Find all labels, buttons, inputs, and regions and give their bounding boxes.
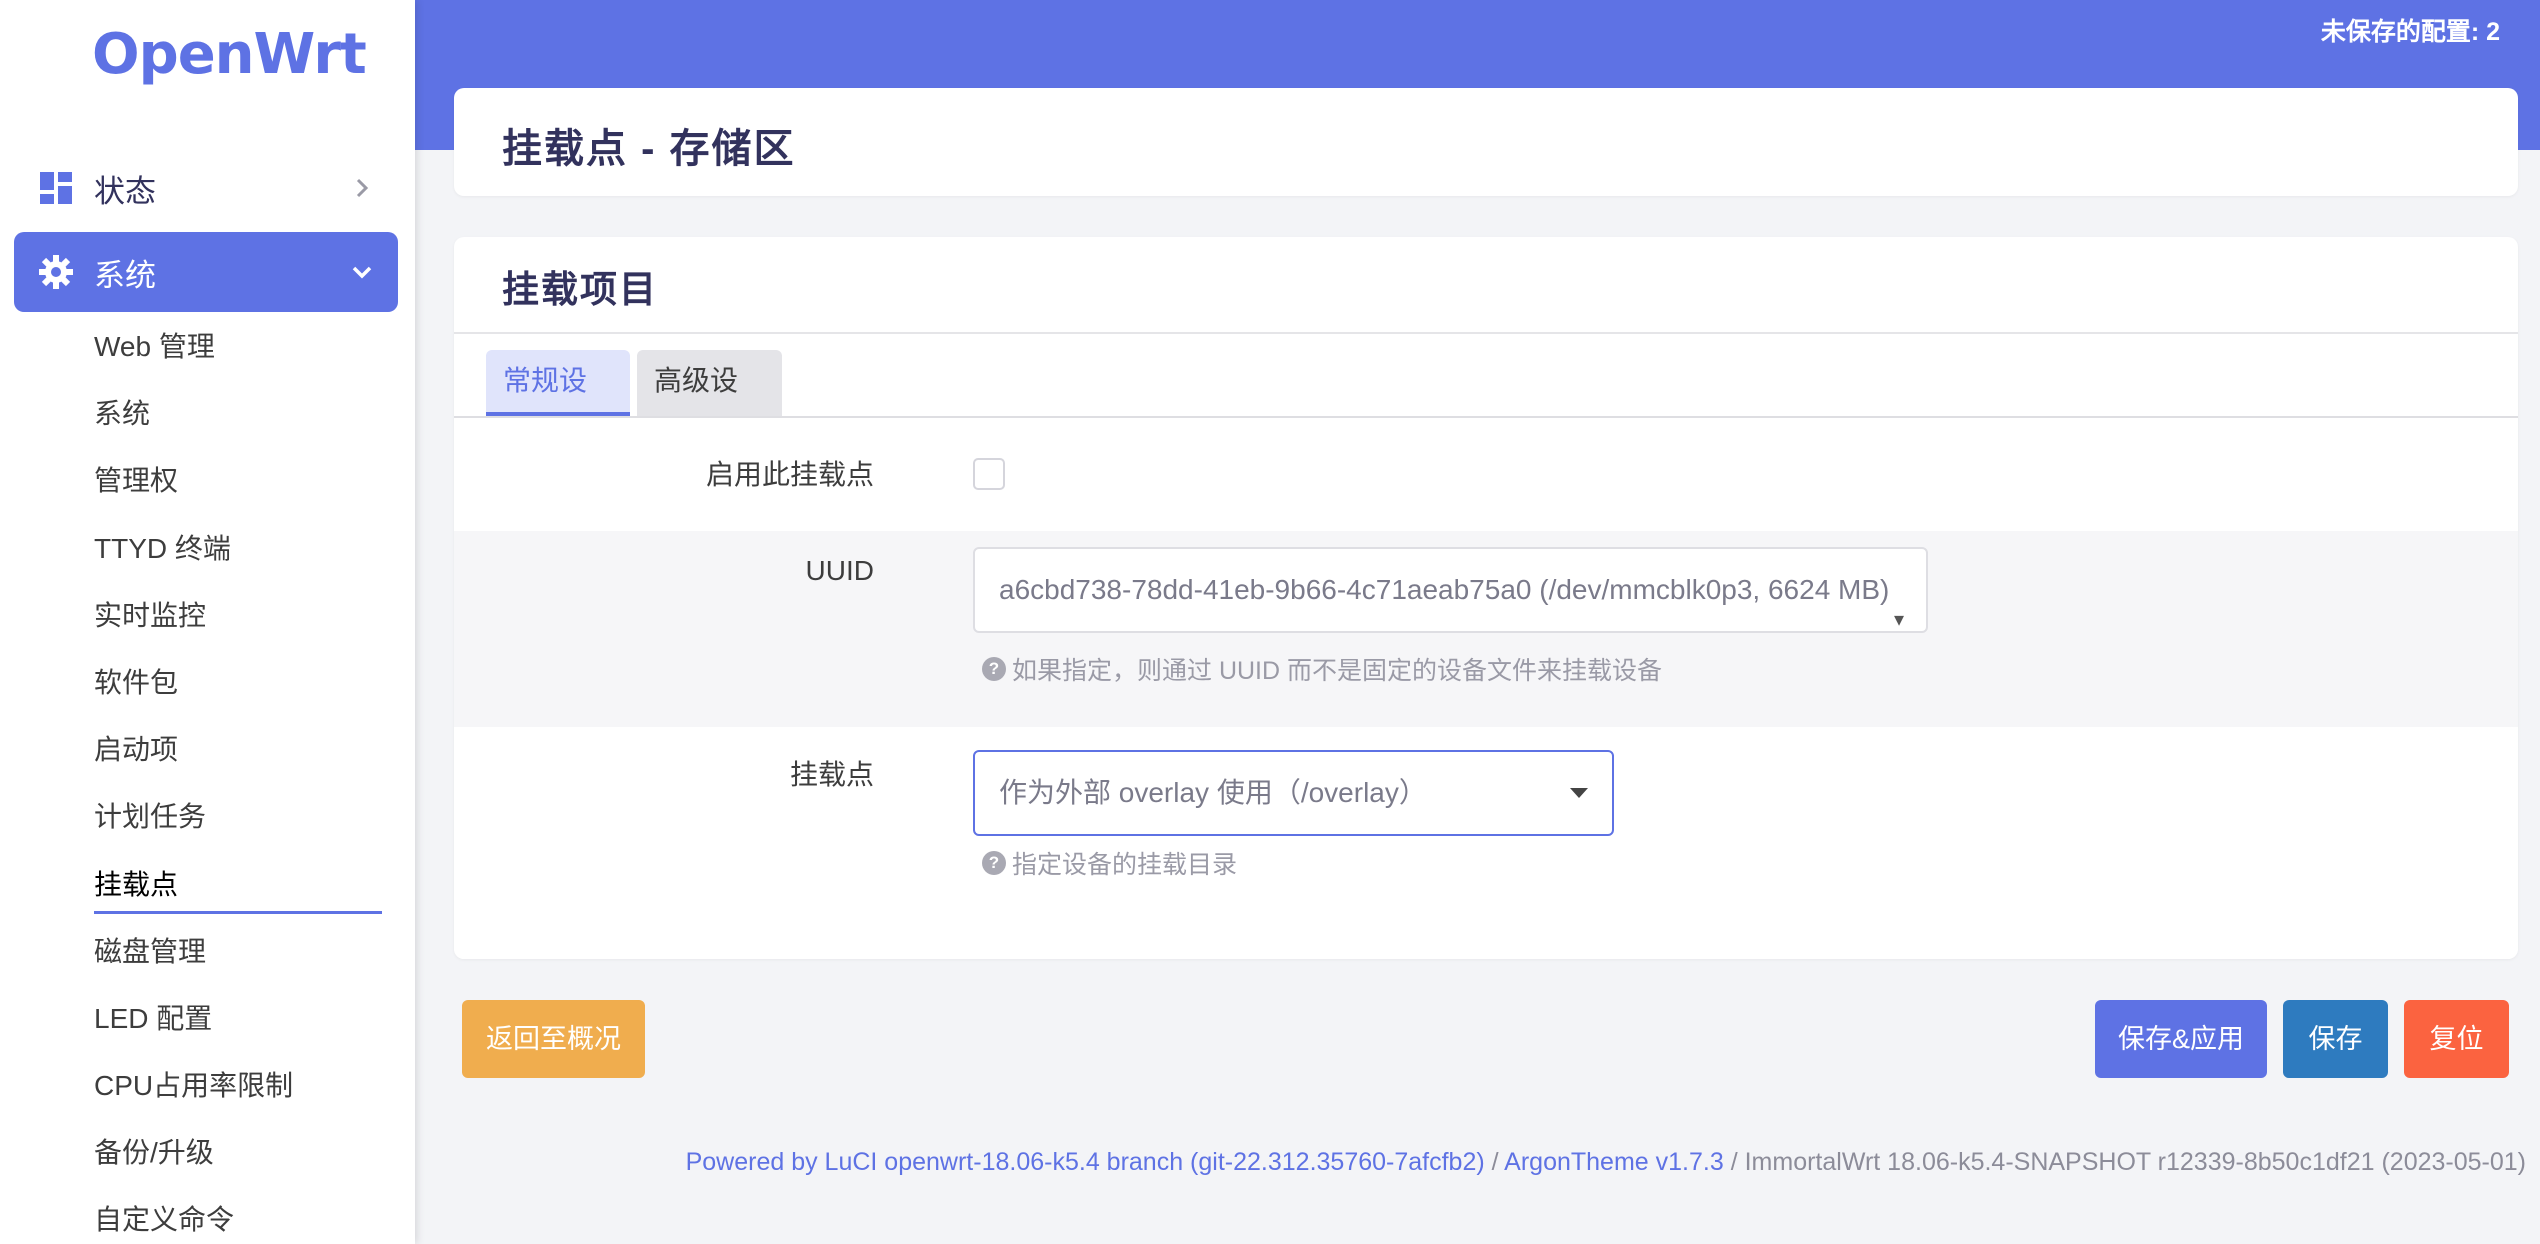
footer: Powered by LuCI openwrt-18.06-k5.4 branc… bbox=[686, 1148, 2526, 1177]
sidebar-item-status[interactable]: 状态 bbox=[14, 148, 398, 228]
sidebar-item-label: 系统 bbox=[94, 257, 156, 293]
sidebar-subitem-monitor[interactable]: 实时监控 bbox=[94, 591, 384, 658]
select-arrow-icon: ▾ bbox=[1893, 609, 1904, 631]
sidebar-item-system[interactable]: 系统 bbox=[14, 232, 398, 312]
dashboard-icon bbox=[40, 172, 72, 204]
sidebar-subitem-crontab[interactable]: 计划任务 bbox=[94, 792, 384, 859]
tab-general-settings[interactable]: 常规设置 bbox=[486, 350, 630, 458]
uuid-select-value: a6cbd738-78dd-41eb-9b66-4c71aeab75a0 (/d… bbox=[999, 574, 1890, 605]
system-submenu: Web 管理 系统 管理权 TTYD 终端 实时监控 软件包 启动项 计划任务 … bbox=[94, 322, 384, 1244]
save-apply-button[interactable]: 保存&应用 bbox=[2095, 1000, 2267, 1078]
openwrt-logo[interactable]: OpenWrt bbox=[92, 22, 367, 87]
uuid-hint-text: 如果指定，则通过 UUID 而不是固定的设备文件来挂载设备 bbox=[1012, 657, 1663, 685]
mount-entry-card: 挂载项目 常规设置 高级设置 启用此挂载点 UUID a6cbd738-78dd… bbox=[454, 237, 2518, 959]
sidebar-subitem-led[interactable]: LED 配置 bbox=[94, 994, 384, 1061]
help-icon: ? bbox=[982, 657, 1006, 681]
sidebar-subitem-admin[interactable]: 管理权 bbox=[94, 456, 384, 523]
enable-row: 启用此挂载点 bbox=[454, 418, 2518, 531]
reset-button[interactable]: 复位 bbox=[2404, 1000, 2509, 1078]
help-icon: ? bbox=[982, 851, 1006, 875]
sidebar-subitem-backup[interactable]: 备份/升级 bbox=[94, 1128, 384, 1195]
gear-icon bbox=[39, 255, 73, 289]
uuid-label: UUID bbox=[805, 555, 874, 586]
unsaved-changes-indicator[interactable]: 未保存的配置: 2 bbox=[2321, 12, 2500, 48]
mountpoint-label: 挂载点 bbox=[789, 759, 874, 790]
tab-advanced-settings[interactable]: 高级设置 bbox=[637, 350, 782, 458]
page-title: 挂载点 - 存储区 bbox=[502, 127, 796, 171]
mountpoint-hint: ? 指定设备的挂载目录 bbox=[982, 845, 1237, 881]
sidebar-subitem-disk[interactable]: 磁盘管理 bbox=[94, 927, 384, 994]
sidebar-subitem-packages[interactable]: 软件包 bbox=[94, 658, 384, 725]
footer-separator: / bbox=[1484, 1148, 1505, 1176]
sidebar-subitem-mounts[interactable]: 挂载点 bbox=[94, 860, 384, 927]
sidebar-subitem-commands[interactable]: 自定义命令 bbox=[94, 1195, 384, 1244]
sidebar-subitem-system[interactable]: 系统 bbox=[94, 389, 384, 456]
back-to-overview-button[interactable]: 返回至概况 bbox=[462, 1000, 645, 1078]
firmware-version: ImmortalWrt 18.06-k5.4-SNAPSHOT r12339-8… bbox=[1744, 1148, 2526, 1176]
argon-theme-link[interactable]: ArgonTheme v1.7.3 bbox=[1504, 1148, 1724, 1176]
luci-link[interactable]: Powered by LuCI openwrt-18.06-k5.4 branc… bbox=[686, 1148, 1485, 1176]
chevron-down-icon bbox=[352, 266, 372, 279]
sidebar: OpenWrt 状态 系统 Web 管理 系统 管理权 TTYD 终端 实时监控… bbox=[0, 0, 415, 1244]
uuid-hint: ? 如果指定，则通过 UUID 而不是固定的设备文件来挂载设备 bbox=[982, 651, 1662, 687]
mountpoint-select[interactable]: 作为外部 overlay 使用（/overlay） bbox=[973, 750, 1614, 836]
page-title-card: 挂载点 - 存储区 bbox=[454, 88, 2518, 196]
mountpoint-hint-text: 指定设备的挂载目录 bbox=[1012, 851, 1238, 879]
sidebar-subitem-web[interactable]: Web 管理 bbox=[94, 322, 384, 389]
sidebar-subitem-cpulimit[interactable]: CPU占用率限制 bbox=[94, 1061, 384, 1128]
save-button[interactable]: 保存 bbox=[2283, 1000, 2388, 1078]
uuid-row: UUID a6cbd738-78dd-41eb-9b66-4c71aeab75a… bbox=[454, 531, 2518, 727]
section-title: 挂载项目 bbox=[502, 269, 658, 310]
enable-checkbox[interactable] bbox=[973, 458, 1005, 490]
mountpoint-select-value: 作为外部 overlay 使用（/overlay） bbox=[999, 777, 1427, 808]
mountpoint-row: 挂载点 作为外部 overlay 使用（/overlay） ? 指定设备的挂载目… bbox=[454, 727, 2518, 959]
footer-separator: / bbox=[1723, 1148, 1745, 1176]
caret-down-icon bbox=[1570, 788, 1588, 798]
chevron-right-icon bbox=[356, 178, 369, 198]
divider bbox=[454, 332, 2518, 334]
sidebar-subitem-startup[interactable]: 启动项 bbox=[94, 725, 384, 792]
sidebar-subitem-ttyd[interactable]: TTYD 终端 bbox=[94, 524, 384, 591]
uuid-select[interactable]: a6cbd738-78dd-41eb-9b66-4c71aeab75a0 (/d… bbox=[973, 547, 1928, 633]
sidebar-item-label: 状态 bbox=[94, 173, 156, 209]
enable-label: 启用此挂载点 bbox=[705, 459, 874, 490]
